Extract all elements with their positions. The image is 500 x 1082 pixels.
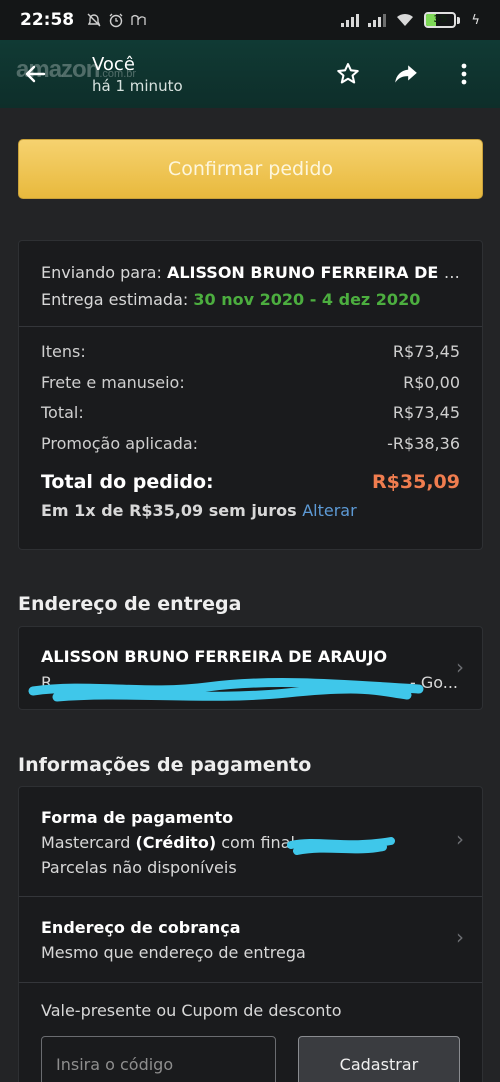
billing-address-row[interactable]: Endereço de cobrança Mesmo que endereço … xyxy=(19,897,482,983)
order-total: Total do pedido: R$35,09 xyxy=(41,467,460,498)
app-header: amazon.com.br Você há 1 minuto xyxy=(0,40,500,108)
star-button[interactable] xyxy=(334,60,362,88)
signal-2-icon xyxy=(368,13,387,27)
summary-row-shipping: Frete e manuseio: R$0,00 xyxy=(41,372,460,392)
status-icons-left xyxy=(86,12,148,28)
mute-icon xyxy=(87,13,101,27)
installment-info: Em 1x de R$35,09 sem juros Alterar xyxy=(41,500,357,520)
share-icon xyxy=(395,65,417,83)
rf-icon xyxy=(131,14,146,25)
redaction-scribble xyxy=(28,678,424,702)
chevron-right-icon: › xyxy=(456,655,464,679)
summary-row-total: Total: R$73,45 xyxy=(41,403,460,422)
card-info: Mastercard (Crédito) com final xyxy=(41,833,295,852)
confirm-order-button[interactable]: Confirmar pedido xyxy=(18,139,483,199)
header-title: Você xyxy=(92,53,135,75)
battery-percent: 35 xyxy=(433,14,448,25)
shipping-name: ALISSON BRUNO FERREIRA DE ARAUJO xyxy=(166,263,460,282)
coupon-label: Vale-presente ou Cupom de desconto xyxy=(41,1001,342,1020)
chevron-right-icon: › xyxy=(456,925,464,949)
header-titles[interactable]: Você há 1 minuto xyxy=(92,54,183,95)
signal-icon xyxy=(341,13,360,27)
billing-title: Endereço de cobrança xyxy=(41,918,241,937)
checkout-page: Confirmar pedido Enviando para: ALISSON … xyxy=(0,108,500,1082)
order-total-value: R$35,09 xyxy=(372,471,460,493)
battery-icon: 35 xyxy=(424,12,461,28)
summary-row-items: Itens: R$73,45 xyxy=(41,342,460,361)
charging-icon: ϟ xyxy=(471,12,480,28)
payment-info-card: Forma de pagamento Mastercard (Crédito) … xyxy=(18,786,483,1082)
change-installment-link[interactable]: Alterar xyxy=(302,501,356,520)
header-subtitle: há 1 minuto xyxy=(92,76,183,95)
installments-status: Parcelas não disponíveis xyxy=(41,858,237,877)
share-button[interactable] xyxy=(392,60,420,88)
confirm-order-label: Confirmar pedido xyxy=(167,158,334,180)
clock: 22:58 xyxy=(20,10,75,30)
delivery-date: 30 nov 2020 - 4 dez 2020 xyxy=(193,290,421,309)
payment-info-heading: Informações de pagamento xyxy=(18,754,312,776)
more-options-button[interactable] xyxy=(450,60,478,88)
coupon-code-input[interactable] xyxy=(41,1036,276,1082)
delivery-address-heading: Endereço de entrega xyxy=(18,593,242,615)
back-arrow-icon xyxy=(25,65,46,83)
delivery-address-card[interactable]: ALISSON BRUNO FERREIRA DE ARAUJO R - Go.… xyxy=(18,626,483,710)
back-button[interactable] xyxy=(0,40,70,108)
shipping-to: Enviando para: ALISSON BRUNO FERREIRA DE… xyxy=(41,259,460,286)
order-summary-card: Enviando para: ALISSON BRUNO FERREIRA DE… xyxy=(18,240,483,550)
payment-method-row[interactable]: Forma de pagamento Mastercard (Crédito) … xyxy=(19,787,482,897)
wifi-icon xyxy=(397,13,414,26)
alarm-icon xyxy=(109,13,123,28)
delivery-estimate: Entrega estimada: 30 nov 2020 - 4 dez 20… xyxy=(41,290,421,309)
apply-coupon-button[interactable]: Cadastrar xyxy=(297,1036,460,1082)
billing-value: Mesmo que endereço de entrega xyxy=(41,943,306,962)
summary-row-promotion: Promoção aplicada: -R$38,36 xyxy=(41,433,460,453)
chevron-right-icon: › xyxy=(456,827,464,851)
payment-method-title: Forma de pagamento xyxy=(41,808,234,827)
star-icon xyxy=(337,63,359,84)
redaction-scribble-card xyxy=(287,837,395,855)
status-bar: 22:58 35 ϟ xyxy=(0,0,500,40)
more-vert-icon xyxy=(461,63,467,85)
